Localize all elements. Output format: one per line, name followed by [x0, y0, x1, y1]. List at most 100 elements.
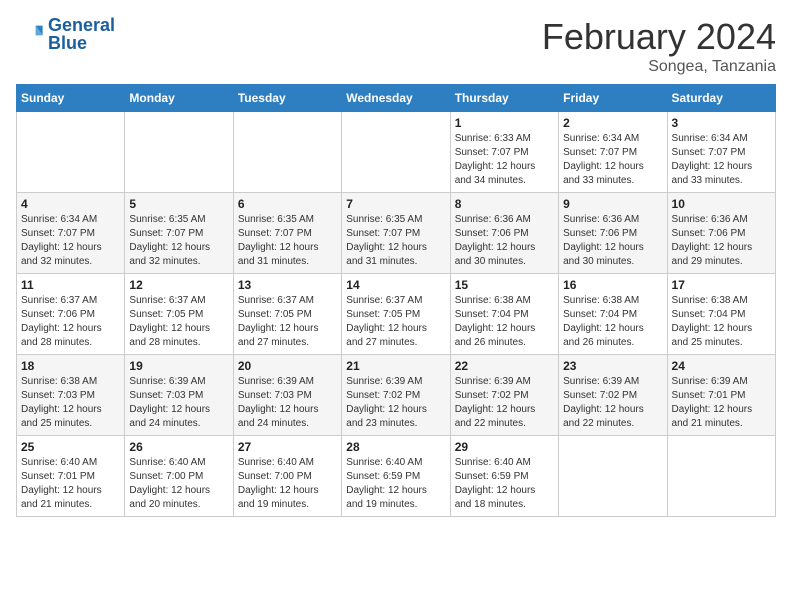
day-header-wednesday: Wednesday [342, 85, 450, 112]
calendar-week-2: 4 Sunrise: 6:34 AM Sunset: 7:07 PM Daylig… [17, 193, 776, 274]
logo-text: General Blue [48, 16, 115, 52]
day-number: 7 [346, 197, 445, 211]
day-number: 2 [563, 116, 662, 130]
calendar-cell: 29 Sunrise: 6:40 AM Sunset: 6:59 PM Dayli… [450, 436, 558, 517]
day-number: 4 [21, 197, 120, 211]
day-header-tuesday: Tuesday [233, 85, 341, 112]
calendar-cell [667, 436, 775, 517]
calendar-cell: 17 Sunrise: 6:38 AM Sunset: 7:04 PM Dayli… [667, 274, 775, 355]
calendar-cell: 27 Sunrise: 6:40 AM Sunset: 7:00 PM Dayli… [233, 436, 341, 517]
calendar-cell [125, 112, 233, 193]
day-info: Sunrise: 6:40 AM Sunset: 6:59 PM Dayligh… [455, 456, 554, 512]
calendar-week-5: 25 Sunrise: 6:40 AM Sunset: 7:01 PM Dayli… [17, 436, 776, 517]
day-number: 15 [455, 278, 554, 292]
calendar-cell: 20Sunrise: 6:39 AM Sunset: 7:03 PM Dayli… [233, 355, 341, 436]
day-number: 28 [346, 440, 445, 454]
day-header-monday: Monday [125, 85, 233, 112]
calendar-week-1: 1 Sunrise: 6:33 AM Sunset: 7:07 PM Daylig… [17, 112, 776, 193]
day-number: 18 [21, 359, 120, 373]
calendar-cell: 2 Sunrise: 6:34 AM Sunset: 7:07 PM Daylig… [559, 112, 667, 193]
calendar-cell: 6 Sunrise: 6:35 AM Sunset: 7:07 PM Daylig… [233, 193, 341, 274]
calendar-cell: 9Sunrise: 6:36 AM Sunset: 7:06 PM Daylig… [559, 193, 667, 274]
day-info: Sunrise: 6:36 AM Sunset: 7:06 PM Dayligh… [672, 213, 771, 269]
day-number: 19 [129, 359, 228, 373]
day-number: 27 [238, 440, 337, 454]
calendar-cell: 24 Sunrise: 6:39 AM Sunset: 7:01 PM Dayli… [667, 355, 775, 436]
day-number: 14 [346, 278, 445, 292]
day-info: Sunrise: 6:40 AM Sunset: 7:01 PM Dayligh… [21, 456, 120, 512]
calendar-table: SundayMondayTuesdayWednesdayThursdayFrid… [16, 84, 776, 517]
day-info: Sunrise: 6:39 AM Sunset: 7:02 PM Dayligh… [563, 375, 662, 431]
days-header-row: SundayMondayTuesdayWednesdayThursdayFrid… [17, 85, 776, 112]
day-number: 8 [455, 197, 554, 211]
day-number: 9 [563, 197, 662, 211]
day-info: Sunrise: 6:40 AM Sunset: 7:00 PM Dayligh… [129, 456, 228, 512]
day-info: Sunrise: 6:34 AM Sunset: 7:07 PM Dayligh… [21, 213, 120, 269]
day-info: Sunrise: 6:39 AM Sunset: 7:01 PM Dayligh… [672, 375, 771, 431]
day-info: Sunrise: 6:36 AM Sunset: 7:06 PM Dayligh… [455, 213, 554, 269]
calendar-cell: 12Sunrise: 6:37 AM Sunset: 7:05 PM Dayli… [125, 274, 233, 355]
day-info: Sunrise: 6:37 AM Sunset: 7:05 PM Dayligh… [129, 294, 228, 350]
calendar-cell: 4 Sunrise: 6:34 AM Sunset: 7:07 PM Daylig… [17, 193, 125, 274]
calendar-cell: 11Sunrise: 6:37 AM Sunset: 7:06 PM Dayli… [17, 274, 125, 355]
calendar-cell: 14 Sunrise: 6:37 AM Sunset: 7:05 PM Dayli… [342, 274, 450, 355]
day-header-sunday: Sunday [17, 85, 125, 112]
header: General Blue February 2024 Songea, Tanza… [16, 16, 776, 76]
day-header-saturday: Saturday [667, 85, 775, 112]
calendar-cell [233, 112, 341, 193]
day-number: 6 [238, 197, 337, 211]
day-number: 20 [238, 359, 337, 373]
day-info: Sunrise: 6:34 AM Sunset: 7:07 PM Dayligh… [672, 132, 771, 188]
day-number: 1 [455, 116, 554, 130]
calendar-cell: 25 Sunrise: 6:40 AM Sunset: 7:01 PM Dayli… [17, 436, 125, 517]
calendar-cell: 15 Sunrise: 6:38 AM Sunset: 7:04 PM Dayli… [450, 274, 558, 355]
day-info: Sunrise: 6:38 AM Sunset: 7:04 PM Dayligh… [563, 294, 662, 350]
calendar-cell: 23 Sunrise: 6:39 AM Sunset: 7:02 PM Dayli… [559, 355, 667, 436]
day-number: 21 [346, 359, 445, 373]
day-number: 23 [563, 359, 662, 373]
day-info: Sunrise: 6:40 AM Sunset: 7:00 PM Dayligh… [238, 456, 337, 512]
calendar-cell: 8 Sunrise: 6:36 AM Sunset: 7:06 PM Daylig… [450, 193, 558, 274]
day-number: 26 [129, 440, 228, 454]
day-number: 29 [455, 440, 554, 454]
calendar-cell [17, 112, 125, 193]
calendar-cell: 1 Sunrise: 6:33 AM Sunset: 7:07 PM Daylig… [450, 112, 558, 193]
day-info: Sunrise: 6:39 AM Sunset: 7:02 PM Dayligh… [455, 375, 554, 431]
calendar-cell: 10 Sunrise: 6:36 AM Sunset: 7:06 PM Dayli… [667, 193, 775, 274]
calendar-cell: 21 Sunrise: 6:39 AM Sunset: 7:02 PM Dayli… [342, 355, 450, 436]
day-number: 13 [238, 278, 337, 292]
day-number: 10 [672, 197, 771, 211]
logo: General Blue [16, 16, 115, 52]
day-header-friday: Friday [559, 85, 667, 112]
day-number: 25 [21, 440, 120, 454]
calendar-cell: 3 Sunrise: 6:34 AM Sunset: 7:07 PM Daylig… [667, 112, 775, 193]
calendar-cell: 13 Sunrise: 6:37 AM Sunset: 7:05 PM Dayli… [233, 274, 341, 355]
calendar-week-3: 11Sunrise: 6:37 AM Sunset: 7:06 PM Dayli… [17, 274, 776, 355]
day-info: Sunrise: 6:38 AM Sunset: 7:04 PM Dayligh… [455, 294, 554, 350]
calendar-cell: 5Sunrise: 6:35 AM Sunset: 7:07 PM Daylig… [125, 193, 233, 274]
calendar-cell: 7Sunrise: 6:35 AM Sunset: 7:07 PM Daylig… [342, 193, 450, 274]
day-header-thursday: Thursday [450, 85, 558, 112]
calendar-cell: 16Sunrise: 6:38 AM Sunset: 7:04 PM Dayli… [559, 274, 667, 355]
day-info: Sunrise: 6:33 AM Sunset: 7:07 PM Dayligh… [455, 132, 554, 188]
calendar-cell: 28 Sunrise: 6:40 AM Sunset: 6:59 PM Dayli… [342, 436, 450, 517]
day-info: Sunrise: 6:37 AM Sunset: 7:05 PM Dayligh… [346, 294, 445, 350]
day-info: Sunrise: 6:34 AM Sunset: 7:07 PM Dayligh… [563, 132, 662, 188]
calendar-body: 1 Sunrise: 6:33 AM Sunset: 7:07 PM Daylig… [17, 112, 776, 517]
day-info: Sunrise: 6:37 AM Sunset: 7:05 PM Dayligh… [238, 294, 337, 350]
day-info: Sunrise: 6:39 AM Sunset: 7:03 PM Dayligh… [129, 375, 228, 431]
day-info: Sunrise: 6:40 AM Sunset: 6:59 PM Dayligh… [346, 456, 445, 512]
calendar-cell: 19 Sunrise: 6:39 AM Sunset: 7:03 PM Dayli… [125, 355, 233, 436]
calendar-week-4: 18Sunrise: 6:38 AM Sunset: 7:03 PM Dayli… [17, 355, 776, 436]
location-title: Songea, Tanzania [542, 58, 776, 76]
day-number: 5 [129, 197, 228, 211]
month-title: February 2024 [542, 16, 776, 58]
day-info: Sunrise: 6:35 AM Sunset: 7:07 PM Dayligh… [238, 213, 337, 269]
day-info: Sunrise: 6:38 AM Sunset: 7:04 PM Dayligh… [672, 294, 771, 350]
day-number: 17 [672, 278, 771, 292]
day-number: 24 [672, 359, 771, 373]
day-number: 3 [672, 116, 771, 130]
day-info: Sunrise: 6:39 AM Sunset: 7:02 PM Dayligh… [346, 375, 445, 431]
calendar-cell [342, 112, 450, 193]
day-number: 11 [21, 278, 120, 292]
